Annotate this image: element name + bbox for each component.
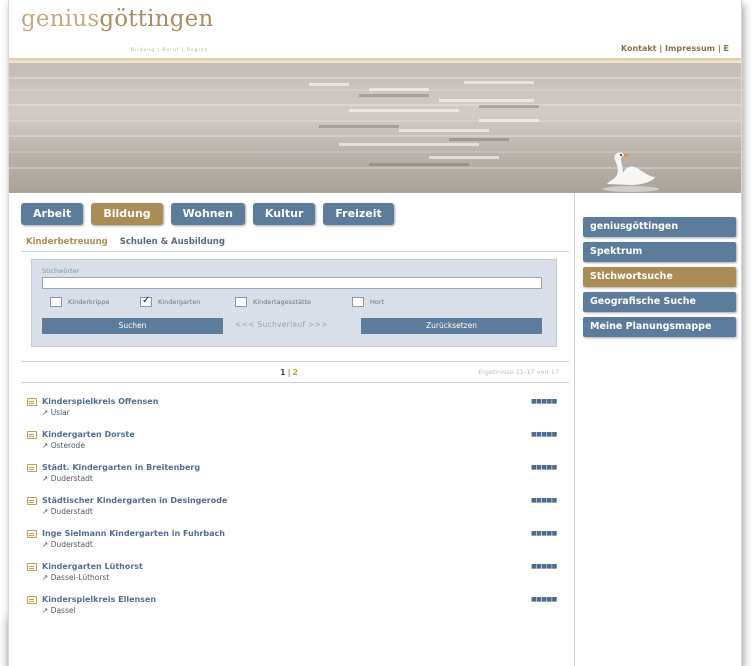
logo-part-genius: genius — [21, 6, 100, 32]
reset-button[interactable]: Zurücksetzen — [361, 318, 542, 334]
location-arrow-icon: ↗ — [42, 474, 49, 483]
result-title-link[interactable]: Kindergarten Lüthorst — [42, 562, 143, 571]
checkbox-kindergarten-label: Kindergarten — [158, 298, 201, 306]
tab-freizeit[interactable]: Freizeit — [323, 203, 394, 225]
entry-icon — [27, 464, 37, 472]
checkbox-kindertagesstaette-box[interactable] — [235, 297, 247, 307]
tab-wohnen[interactable]: Wohnen — [170, 203, 245, 225]
sidebar-item-stichwortsuche[interactable]: Stichwortsuche — [583, 267, 736, 287]
sidebar-item-planungsmappe[interactable]: Meine Planungsmappe — [583, 317, 736, 337]
page-link-2[interactable]: 2 — [293, 368, 299, 377]
header-banner-image — [9, 63, 741, 193]
pagination: 1 | 2 — [280, 368, 298, 377]
nav-separator: | — [659, 44, 663, 53]
result-location[interactable]: ↗ Dassel-Lüthorst — [42, 573, 109, 582]
list-item: Kindergarten Dorste ↗ Osterode ■■■■■ — [27, 430, 567, 463]
search-button[interactable]: Suchen — [42, 318, 223, 334]
pagination-bar: 1 | 2 Ergebnisse 11-17 von 17 — [21, 361, 569, 383]
subcategory-tabs: Kinderbetreuung Schulen & Ausbildung — [26, 237, 225, 247]
result-title-link[interactable]: Kinderspielkreis Ellensen — [42, 595, 156, 604]
rating-stars: ■■■■■ — [531, 431, 557, 438]
sidebar-item-geniusgoettingen[interactable]: geniusgöttingen — [583, 217, 736, 237]
location-arrow-icon: ↗ — [42, 573, 49, 582]
list-item: Städtischer Kindergarten in Desingerode … — [27, 496, 567, 529]
result-location[interactable]: ↗ Uslar — [42, 408, 70, 417]
nav-link-extra[interactable]: E — [724, 44, 729, 53]
logo-part-goettingen: göttingen — [99, 6, 214, 32]
checkbox-kinderkrippe-box[interactable] — [50, 297, 62, 307]
subtab-kinderbetreuung[interactable]: Kinderbetreuung — [26, 237, 108, 247]
location-arrow-icon: ↗ — [42, 507, 49, 516]
entry-icon — [27, 431, 37, 439]
result-location[interactable]: ↗ Osterode — [42, 441, 85, 450]
location-arrow-icon: ↗ — [42, 408, 49, 417]
entry-icon — [27, 596, 37, 604]
result-title-link[interactable]: Städt. Kindergarten in Breitenberg — [42, 463, 200, 472]
result-title-link[interactable]: Kinderspielkreis Offensen — [42, 397, 158, 406]
result-title-link[interactable]: Inge Sielmann Kindergarten in Fuhrbach — [42, 529, 225, 538]
site-tagline: Bildung | Beruf | Region — [131, 48, 209, 53]
sidebar-item-geografische-suche[interactable]: Geografische Suche — [583, 292, 736, 312]
entry-icon — [27, 497, 37, 505]
list-item: Kinderspielkreis Offensen ↗ Uslar ■■■■■ — [27, 397, 567, 430]
location-arrow-icon: ↗ — [42, 441, 49, 450]
rating-stars: ■■■■■ — [531, 398, 557, 405]
checkbox-hort-label: Hort — [370, 298, 385, 306]
nav-link-impressum[interactable]: Impressum — [665, 44, 715, 53]
rating-stars: ■■■■■ — [531, 530, 557, 537]
site-header: geniusgöttingen Bildung | Beruf | Region… — [9, 0, 741, 63]
sidebar: geniusgöttingen Spektrum Stichwortsuche … — [581, 193, 741, 666]
results-list: Kinderspielkreis Offensen ↗ Uslar ■■■■■ … — [27, 397, 567, 628]
result-title-link[interactable]: Städtischer Kindergarten in Desingerode — [42, 496, 227, 505]
tab-arbeit[interactable]: Arbeit — [21, 203, 84, 225]
search-panel: Stichwörter Kinderkrippe Kindergarten Ki… — [31, 259, 557, 347]
entry-icon — [27, 530, 37, 538]
results-count: Ergebnisse 11-17 von 17 — [478, 368, 559, 376]
checkbox-hort[interactable]: Hort — [352, 297, 384, 307]
result-location[interactable]: ↗ Duderstadt — [42, 507, 93, 516]
main-content: Arbeit Bildung Wohnen Kultur Freizeit Ki… — [9, 193, 575, 666]
checkbox-hort-box[interactable] — [352, 297, 364, 307]
screenshot-stage: Kontakt | Impressum | E geniusgöttingen … — [0, 0, 752, 666]
location-arrow-icon: ↗ — [42, 540, 49, 549]
result-title-link[interactable]: Kindergarten Dorste — [42, 430, 135, 439]
rating-stars: ■■■■■ — [531, 497, 557, 504]
keyword-label: Stichwörter — [42, 267, 80, 275]
entry-icon — [27, 563, 37, 571]
swan-icon — [603, 152, 659, 192]
main-page: geniusgöttingen Bildung | Beruf | Region… — [8, 0, 742, 666]
page-link-1[interactable]: 1 — [280, 368, 286, 377]
rating-stars: ■■■■■ — [531, 464, 557, 471]
category-tabs: Arbeit Bildung Wohnen Kultur Freizeit — [21, 203, 394, 227]
entry-icon — [27, 398, 37, 406]
result-location[interactable]: ↗ Dassel — [42, 606, 76, 615]
checkbox-kindergarten-box[interactable] — [140, 295, 152, 307]
nav-link-kontakt[interactable]: Kontakt — [621, 44, 657, 53]
checkbox-kinderkrippe[interactable]: Kinderkrippe — [50, 297, 109, 307]
top-navigation: Kontakt | Impressum | E — [621, 44, 729, 53]
nav-separator: | — [717, 44, 721, 53]
location-arrow-icon: ↗ — [42, 606, 49, 615]
page-separator: | — [287, 368, 291, 377]
list-item: Kinderspielkreis Ellensen ↗ Dassel ■■■■■ — [27, 595, 567, 628]
checkbox-kindertagesstaette[interactable]: Kindertagesstätte — [235, 297, 311, 307]
tab-kultur[interactable]: Kultur — [252, 203, 316, 225]
checkbox-kindertagesstaette-label: Kindertagesstätte — [253, 298, 312, 306]
list-item: Städt. Kindergarten in Breitenberg ↗ Dud… — [27, 463, 567, 496]
checkbox-kindergarten[interactable]: Kindergarten — [140, 295, 201, 307]
result-location[interactable]: ↗ Duderstadt — [42, 474, 93, 483]
list-item: Inge Sielmann Kindergarten in Fuhrbach ↗… — [27, 529, 567, 562]
tab-bildung[interactable]: Bildung — [91, 203, 163, 225]
keyword-input[interactable] — [42, 277, 542, 289]
checkbox-kinderkrippe-label: Kinderkrippe — [68, 298, 110, 306]
search-history-nav[interactable]: <<< Suchverlauf >>> — [235, 320, 328, 329]
rating-stars: ■■■■■ — [531, 563, 557, 570]
result-location[interactable]: ↗ Duderstadt — [42, 540, 93, 549]
list-item: Kindergarten Lüthorst ↗ Dassel-Lüthorst … — [27, 562, 567, 595]
subtabs-divider — [21, 251, 569, 252]
subtab-schulen-ausbildung[interactable]: Schulen & Ausbildung — [120, 237, 225, 247]
rating-stars: ■■■■■ — [531, 596, 557, 603]
site-logo[interactable]: geniusgöttingen — [21, 6, 214, 32]
sidebar-item-spektrum[interactable]: Spektrum — [583, 242, 736, 262]
